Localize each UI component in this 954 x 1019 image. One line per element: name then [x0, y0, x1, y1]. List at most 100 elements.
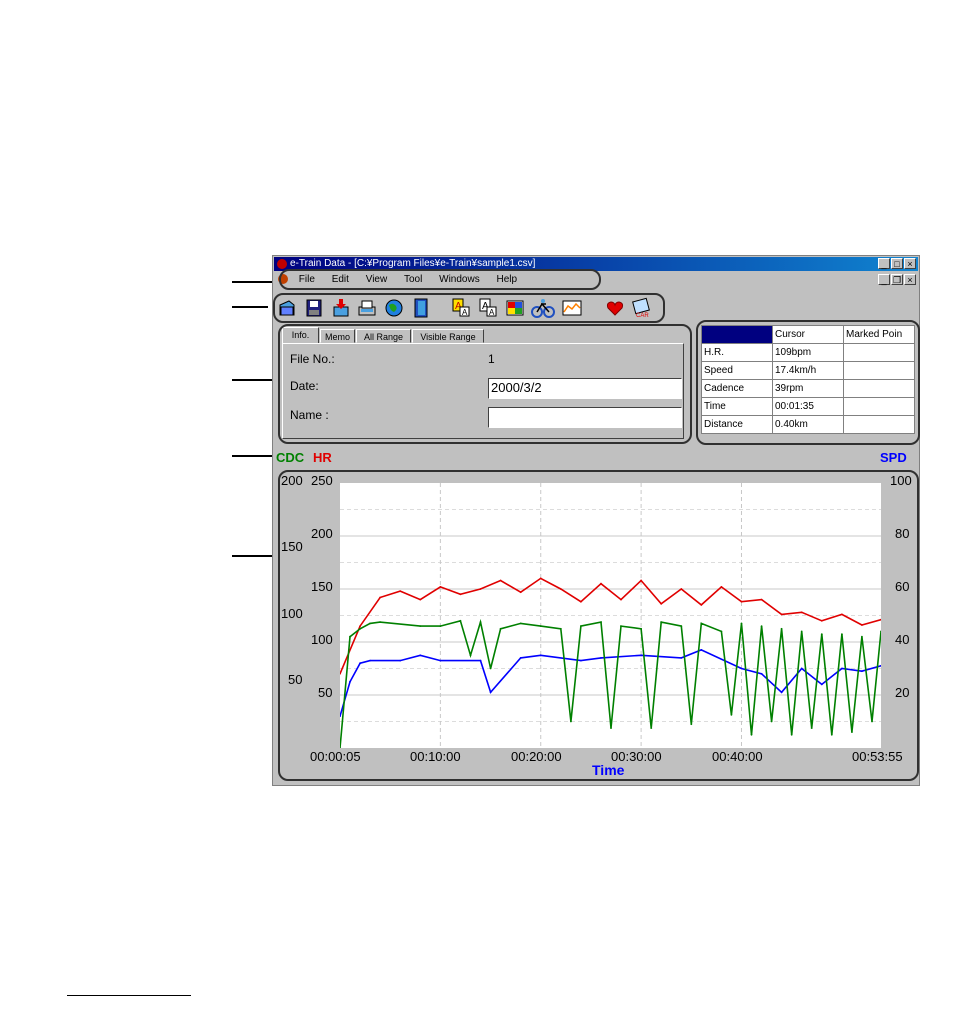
data-point-cdc	[760, 625, 763, 627]
data-point-spd	[600, 657, 602, 659]
series-line-spd	[339, 649, 882, 717]
data-point-hr	[780, 613, 783, 616]
data-point-spd	[439, 659, 442, 662]
data-point-cdc	[349, 635, 351, 638]
graph-svg	[339, 483, 882, 749]
data-point-spd	[861, 670, 863, 673]
data-point-cdc	[439, 625, 442, 627]
data-point-hr	[379, 596, 381, 599]
data-point-cdc	[570, 720, 572, 723]
data-point-cdc	[369, 622, 371, 625]
data-point-spd	[489, 691, 492, 694]
hr-tick: 200	[311, 526, 333, 541]
doc-minimize-button[interactable]: _	[878, 274, 890, 285]
data-point-cdc	[851, 731, 853, 733]
info-outline	[278, 324, 692, 444]
data-point-cdc	[730, 714, 733, 716]
data-point-spd	[680, 657, 683, 659]
stats-outline	[696, 320, 920, 445]
hr-tick: 50	[318, 685, 333, 700]
maximize-button[interactable]: □	[891, 258, 903, 269]
data-point-hr	[559, 588, 562, 590]
time-axis-title: Time	[592, 762, 625, 778]
time-tick: 00:10:00	[410, 749, 461, 764]
data-point-cdc	[650, 727, 653, 729]
time-tick: 00:40:00	[712, 749, 763, 764]
data-point-hr	[680, 588, 683, 590]
data-point-cdc	[379, 621, 381, 623]
spd-axis-title: SPD	[880, 450, 907, 465]
data-point-hr	[700, 604, 703, 606]
data-point-cdc	[469, 654, 472, 657]
data-point-cdc	[499, 627, 502, 630]
data-point-spd	[399, 659, 402, 662]
data-point-hr	[519, 591, 522, 594]
data-point-cdc	[559, 627, 562, 630]
data-point-spd	[640, 654, 642, 657]
spd-tick: 80	[895, 526, 910, 541]
data-point-cdc	[620, 625, 622, 627]
data-point-hr	[800, 611, 803, 614]
data-point-spd	[740, 667, 743, 670]
data-point-cdc	[580, 625, 582, 627]
time-tick: 00:00:05	[310, 749, 361, 764]
time-tick: 00:20:00	[511, 749, 562, 764]
footnote-rule	[67, 995, 191, 996]
data-point-cdc	[539, 625, 542, 627]
minimize-button[interactable]: _	[878, 258, 890, 269]
data-point-hr	[841, 613, 843, 616]
data-point-cdc	[800, 630, 803, 633]
data-point-cdc	[680, 625, 683, 627]
cdc-axis-title: CDC	[276, 450, 305, 465]
doc-restore-button[interactable]: ❐	[891, 274, 903, 285]
cdc-tick: 50	[288, 672, 303, 687]
data-point-cdc	[740, 622, 743, 625]
spd-tick: 60	[895, 579, 910, 594]
data-point-hr	[760, 598, 763, 601]
time-tick: 00:53:55	[852, 749, 903, 764]
series-line-cdc	[339, 618, 882, 749]
data-point-cdc	[830, 733, 833, 736]
graph-plot[interactable]	[339, 483, 882, 749]
data-point-cdc	[871, 720, 873, 723]
data-point-spd	[800, 667, 803, 670]
data-point-hr	[620, 598, 622, 601]
data-point-cdc	[790, 733, 793, 736]
data-point-hr	[600, 582, 602, 585]
spd-tick: 100	[890, 473, 912, 488]
data-point-cdc	[519, 622, 522, 625]
data-point-spd	[820, 683, 823, 686]
data-point-spd	[780, 691, 783, 694]
data-point-hr	[439, 586, 442, 588]
data-point-spd	[841, 667, 843, 670]
data-point-hr	[499, 579, 502, 582]
data-point-spd	[539, 654, 542, 657]
app-window: e-Train Data - [C:¥Program Files¥e-Train…	[272, 255, 920, 786]
data-point-hr	[479, 588, 482, 590]
data-point-hr	[459, 593, 462, 596]
cdc-tick: 150	[281, 539, 303, 554]
data-point-cdc	[720, 630, 723, 633]
doc-close-button[interactable]: ×	[904, 274, 916, 285]
data-point-cdc	[750, 733, 753, 736]
data-point-spd	[700, 649, 703, 651]
data-point-spd	[419, 654, 422, 657]
data-point-hr	[820, 619, 823, 622]
spd-tick: 40	[895, 632, 910, 647]
data-point-hr	[419, 598, 422, 601]
app-icon	[277, 259, 287, 269]
data-point-cdc	[359, 627, 361, 630]
callout-line-toolbar	[232, 306, 268, 308]
data-point-hr	[399, 590, 402, 592]
data-point-hr	[359, 625, 361, 627]
data-point-hr	[640, 579, 642, 582]
hr-tick: 250	[311, 473, 333, 488]
data-point-hr	[660, 602, 663, 605]
data-point-hr	[740, 600, 743, 603]
data-point-cdc	[610, 727, 612, 729]
data-point-spd	[479, 659, 482, 662]
data-point-cdc	[419, 625, 422, 627]
data-point-cdc	[690, 723, 693, 726]
close-button[interactable]: ×	[904, 258, 916, 269]
toolbar-outline	[273, 293, 665, 323]
